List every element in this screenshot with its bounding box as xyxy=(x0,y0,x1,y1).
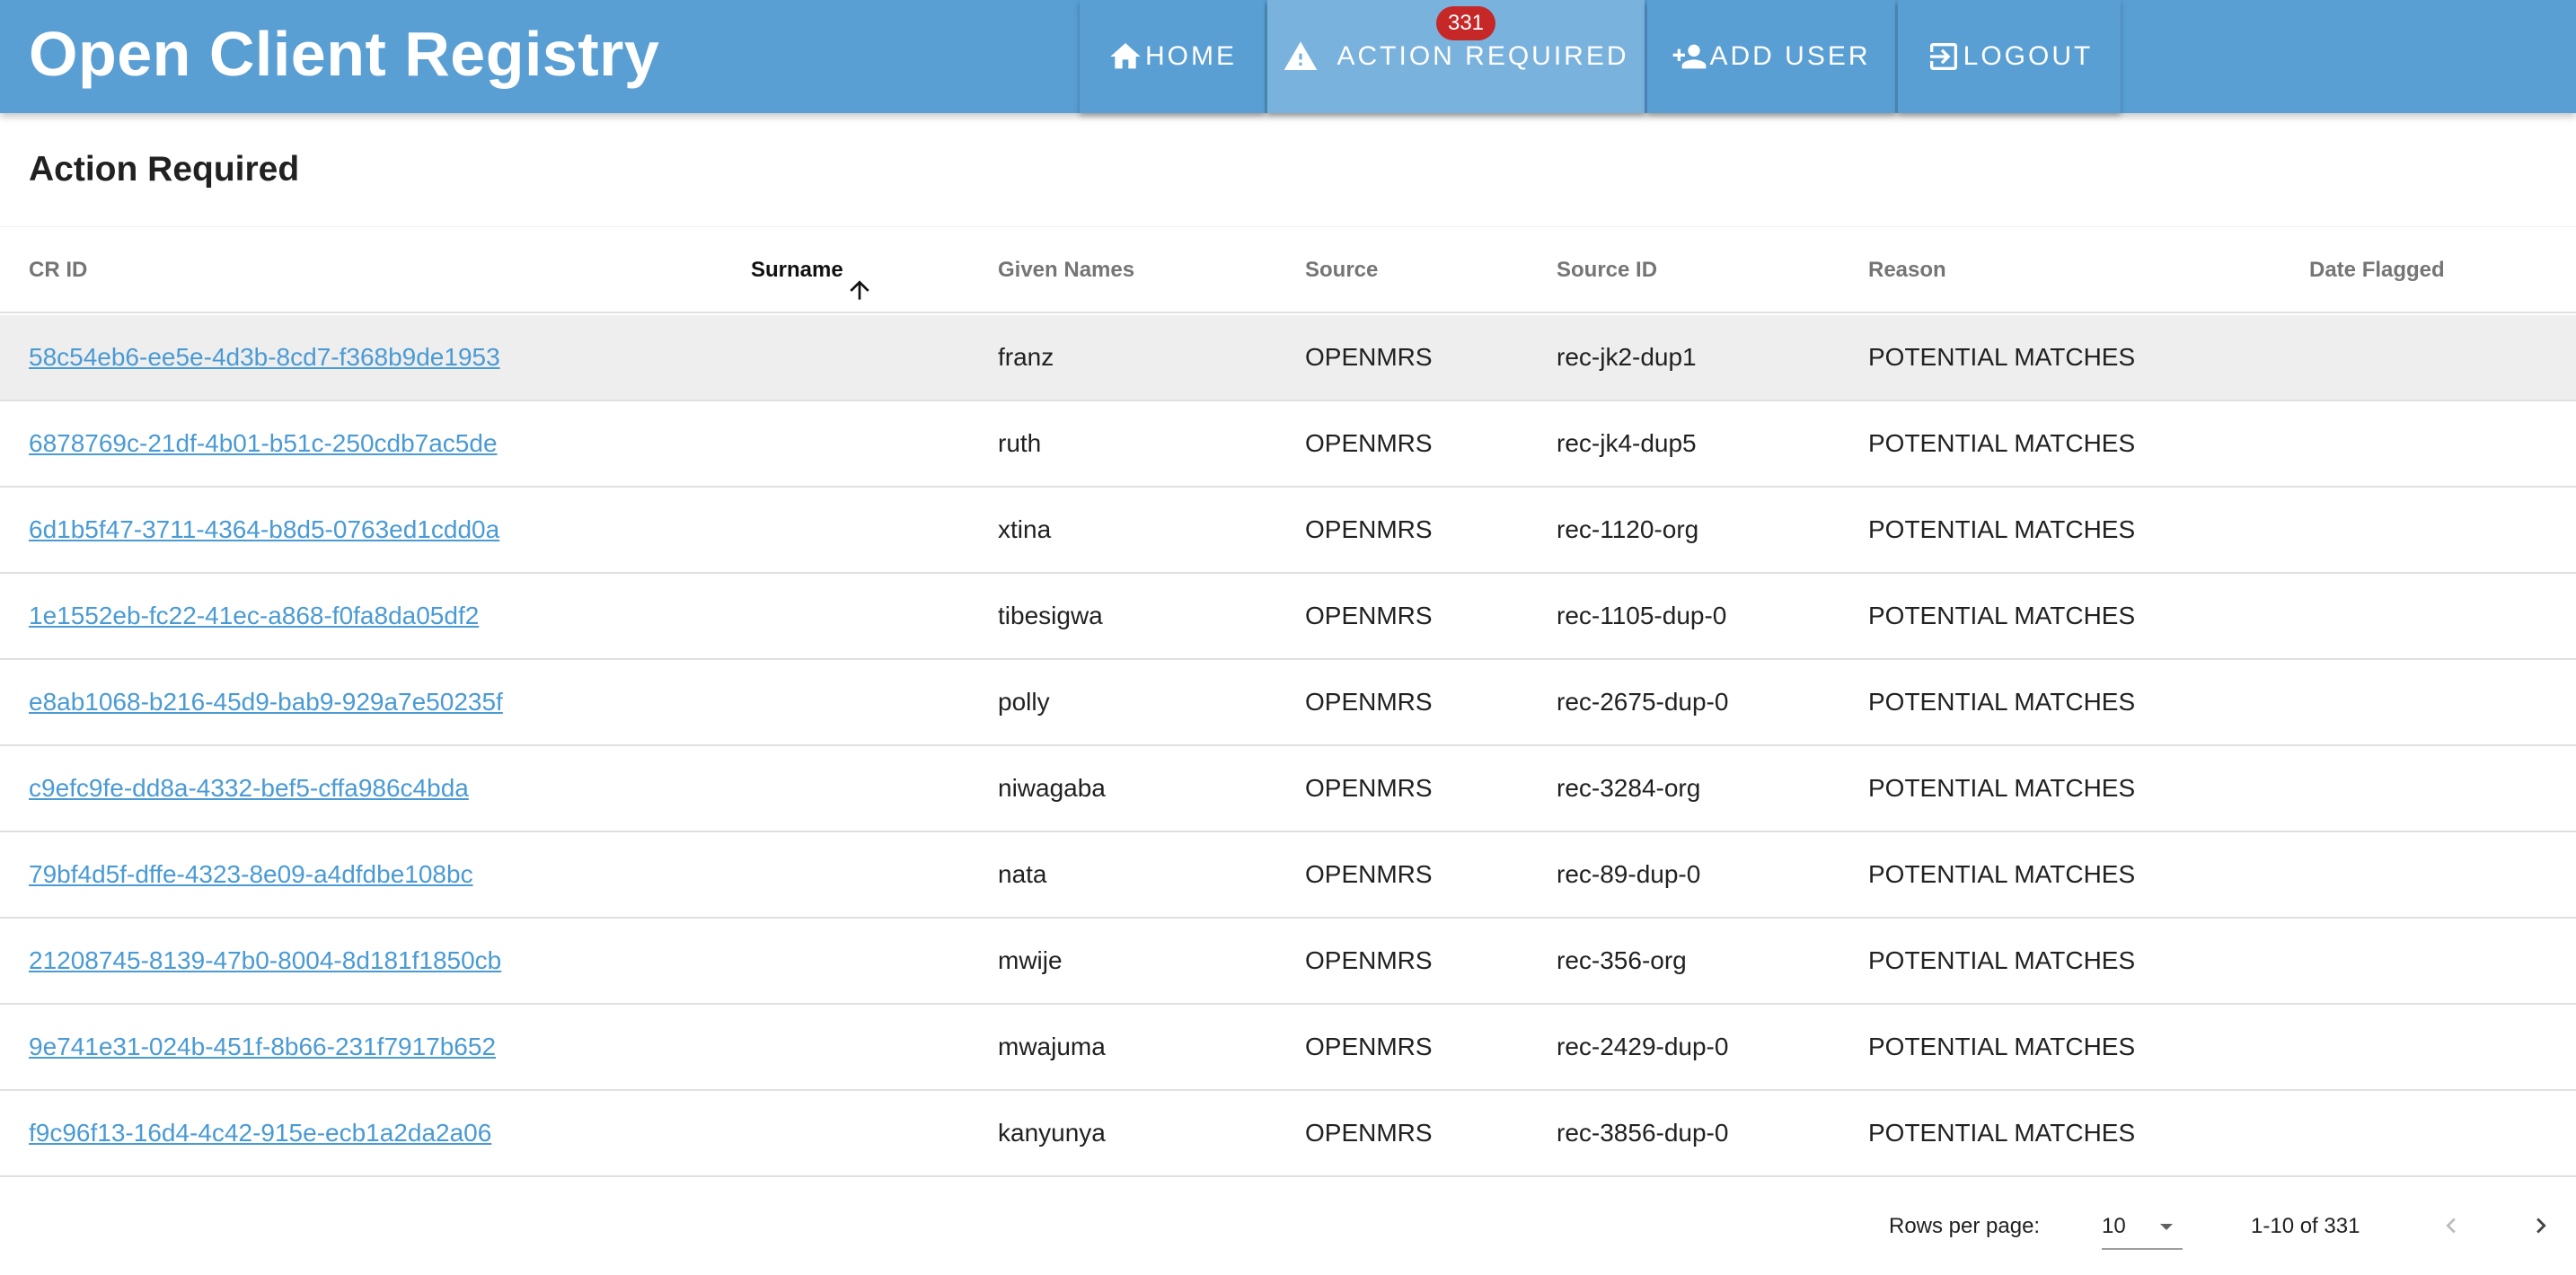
table-pagination: Rows per page: 10 1-10 of 331 xyxy=(0,1178,2576,1275)
source-cell: OPENMRS xyxy=(1305,688,1433,716)
cr-id-link[interactable]: 6878769c-21df-4b01-b51c-250cdb7ac5de xyxy=(29,401,498,486)
given-names-cell: franz xyxy=(998,343,1054,371)
reason-cell: POTENTIAL MATCHES xyxy=(1868,602,2136,629)
rows-per-page-select[interactable]: 10 xyxy=(2102,1205,2183,1250)
table-row[interactable]: 1e1552eb-fc22-41ec-a868-f0fa8da05df2 tib… xyxy=(0,574,2576,660)
source-id-cell: rec-1105-dup-0 xyxy=(1557,602,1727,629)
action-required-count-badge: 331 xyxy=(1436,6,1495,40)
source-cell: OPENMRS xyxy=(1305,602,1433,629)
reason-cell: POTENTIAL MATCHES xyxy=(1868,1033,2136,1060)
pagination-range: 1-10 of 331 xyxy=(2251,1214,2360,1238)
column-header-date-flagged[interactable]: Date Flagged xyxy=(2309,227,2445,313)
nav-add-user-label: ADD USER xyxy=(1709,41,1871,71)
table-row[interactable]: e8ab1068-b216-45d9-bab9-929a7e50235f pol… xyxy=(0,660,2576,746)
person-add-icon xyxy=(1672,39,1707,75)
nav-home-label: HOME xyxy=(1145,41,1237,71)
source-id-cell: rec-3856-dup-0 xyxy=(1557,1119,1729,1147)
app-title: Open Client Registry xyxy=(29,19,660,89)
next-page-button[interactable] xyxy=(2519,1203,2563,1248)
given-names-cell: mwajuma xyxy=(998,1033,1106,1060)
source-cell: OPENMRS xyxy=(1305,429,1433,457)
chevron-left-icon xyxy=(2436,1210,2466,1241)
source-cell: OPENMRS xyxy=(1305,515,1433,543)
given-names-cell: kanyunya xyxy=(998,1119,1106,1147)
given-names-cell: nata xyxy=(998,860,1047,888)
given-names-cell: xtina xyxy=(998,515,1052,543)
reason-cell: POTENTIAL MATCHES xyxy=(1868,515,2136,543)
warning-icon xyxy=(1283,39,1319,75)
column-header-source[interactable]: Source xyxy=(1305,227,1378,313)
cr-id-link[interactable]: 79bf4d5f-dffe-4323-8e09-a4dfdbe108bc xyxy=(29,832,473,917)
reason-cell: POTENTIAL MATCHES xyxy=(1868,860,2136,888)
reason-cell: POTENTIAL MATCHES xyxy=(1868,774,2136,802)
cr-id-link[interactable]: e8ab1068-b216-45d9-bab9-929a7e50235f xyxy=(29,660,503,744)
table-row[interactable]: 58c54eb6-ee5e-4d3b-8cd7-f368b9de1953 fra… xyxy=(0,315,2576,401)
source-id-cell: rec-jk4-dup5 xyxy=(1557,429,1697,457)
page-title: Action Required xyxy=(29,150,300,189)
given-names-cell: polly xyxy=(998,688,1050,716)
table-row[interactable]: c9efc9fe-dd8a-4332-bef5-cffa986c4bda niw… xyxy=(0,746,2576,832)
cr-id-link[interactable]: 21208745-8139-47b0-8004-8d181f1850cb xyxy=(29,919,501,1003)
cr-id-link[interactable]: c9efc9fe-dd8a-4332-bef5-cffa986c4bda xyxy=(29,746,469,831)
arrow-up-icon xyxy=(845,255,874,300)
source-id-cell: rec-356-org xyxy=(1557,946,1687,974)
reason-cell: POTENTIAL MATCHES xyxy=(1868,946,2136,974)
column-header-surname-label: Surname xyxy=(751,258,843,282)
nav-home-button[interactable]: HOME xyxy=(1080,0,1265,113)
caret-down-icon xyxy=(2156,1216,2177,1237)
source-cell: OPENMRS xyxy=(1305,774,1433,802)
source-cell: OPENMRS xyxy=(1305,946,1433,974)
cr-id-link[interactable]: f9c96f13-16d4-4c42-915e-ecb1a2da2a06 xyxy=(29,1091,491,1175)
column-header-surname[interactable]: Surname xyxy=(751,227,874,313)
source-id-cell: rec-1120-org xyxy=(1557,515,1699,543)
logout-icon xyxy=(1926,39,1962,75)
cr-id-link[interactable]: 1e1552eb-fc22-41ec-a868-f0fa8da05df2 xyxy=(29,574,479,658)
source-id-cell: rec-2429-dup-0 xyxy=(1557,1033,1729,1060)
nav-logout-label: LOGOUT xyxy=(1963,41,2094,71)
given-names-cell: ruth xyxy=(998,429,1042,457)
nav-add-user-button[interactable]: ADD USER xyxy=(1647,0,1895,113)
table-row[interactable]: 9e741e31-024b-451f-8b66-231f7917b652 mwa… xyxy=(0,1005,2576,1091)
source-cell: OPENMRS xyxy=(1305,343,1433,371)
source-cell: OPENMRS xyxy=(1305,1033,1433,1060)
reason-cell: POTENTIAL MATCHES xyxy=(1868,429,2136,457)
column-header-reason[interactable]: Reason xyxy=(1868,227,1946,313)
source-id-cell: rec-jk2-dup1 xyxy=(1557,343,1697,371)
app-bar: Open Client Registry HOME ACTION REQUIRE… xyxy=(0,0,2576,113)
table-row[interactable]: 6878769c-21df-4b01-b51c-250cdb7ac5de rut… xyxy=(0,401,2576,488)
column-header-source-id[interactable]: Source ID xyxy=(1557,227,1657,313)
rows-per-page-label: Rows per page: xyxy=(1889,1214,2041,1238)
cr-id-link[interactable]: 58c54eb6-ee5e-4d3b-8cd7-f368b9de1953 xyxy=(29,315,500,400)
source-id-cell: rec-2675-dup-0 xyxy=(1557,688,1729,716)
column-header-cr-id[interactable]: CR ID xyxy=(29,227,87,313)
table-header: CR ID Surname Given Names Source Source … xyxy=(0,227,2576,313)
cr-id-link[interactable]: 6d1b5f47-3711-4364-b8d5-0763ed1cdd0a xyxy=(29,488,499,572)
nav-action-required-label: ACTION REQUIRED xyxy=(1337,41,1629,71)
table-row[interactable]: 21208745-8139-47b0-8004-8d181f1850cb mwi… xyxy=(0,919,2576,1005)
reason-cell: POTENTIAL MATCHES xyxy=(1868,688,2136,716)
source-cell: OPENMRS xyxy=(1305,1119,1433,1147)
table-row[interactable]: 79bf4d5f-dffe-4323-8e09-a4dfdbe108bc nat… xyxy=(0,832,2576,919)
reason-cell: POTENTIAL MATCHES xyxy=(1868,343,2136,371)
previous-page-button[interactable] xyxy=(2429,1203,2474,1248)
source-id-cell: rec-3284-org xyxy=(1557,774,1701,802)
given-names-cell: tibesigwa xyxy=(998,602,1103,629)
chevron-right-icon xyxy=(2526,1210,2556,1241)
given-names-cell: niwagaba xyxy=(998,774,1106,802)
table-row[interactable]: 6d1b5f47-3711-4364-b8d5-0763ed1cdd0a xti… xyxy=(0,488,2576,574)
source-cell: OPENMRS xyxy=(1305,860,1433,888)
cr-id-link[interactable]: 9e741e31-024b-451f-8b66-231f7917b652 xyxy=(29,1005,496,1089)
column-header-given-names[interactable]: Given Names xyxy=(998,227,1134,313)
source-id-cell: rec-89-dup-0 xyxy=(1557,860,1701,888)
given-names-cell: mwije xyxy=(998,946,1063,974)
table-row[interactable]: f9c96f13-16d4-4c42-915e-ecb1a2da2a06 kan… xyxy=(0,1091,2576,1177)
rows-per-page-value: 10 xyxy=(2102,1214,2126,1238)
nav-logout-button[interactable]: LOGOUT xyxy=(1898,0,2121,113)
reason-cell: POTENTIAL MATCHES xyxy=(1868,1119,2136,1147)
home-icon xyxy=(1107,39,1143,75)
